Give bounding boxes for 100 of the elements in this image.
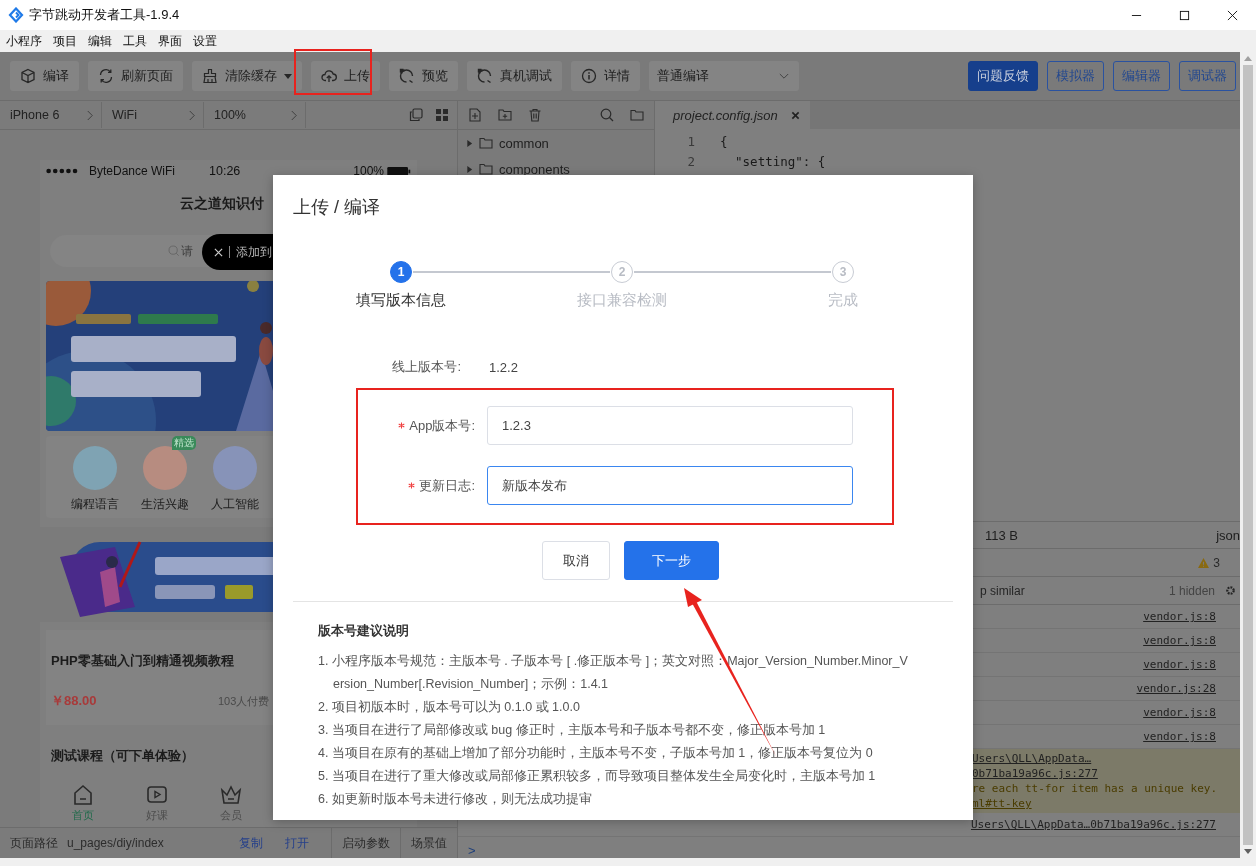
carrier-name: ByteDance WiFi [89,164,176,178]
folder-icon [479,163,493,175]
step-number: 1 [390,261,412,283]
preview-icon [477,68,493,84]
source-link[interactable]: vendor.js:8 [1143,610,1216,623]
toolbar-button[interactable]: 调试器 [1179,61,1236,91]
source-link[interactable]: vendor.js:8 [1143,634,1216,647]
refresh-icon [98,68,114,84]
hidden-count: 1 hidden [1168,583,1215,598]
editor-tab[interactable]: project.config.json [655,101,810,129]
toolbar-button[interactable]: 问题反馈 [968,61,1038,91]
toolbar-button[interactable]: 模拟器 [1047,61,1104,91]
source-link[interactable]: Users\QLL\AppData…0b71ba19a96c.js:277 [970,818,1216,831]
battery-level: 100% [353,164,384,178]
window-title: 字节跳动开发者工具-1.9.4 [29,6,180,24]
preview-icon [399,68,415,84]
folder-icon[interactable] [630,108,644,122]
toolbar-button[interactable]: 上传 [311,61,380,91]
scroll-down-icon[interactable] [1244,849,1252,854]
close-icon [1226,9,1238,21]
search-icon [168,245,180,257]
category-item[interactable]: 人工智能 [206,436,263,518]
toolbar-button[interactable]: 编译 [10,61,79,91]
cancel-button[interactable]: 取消 [541,541,610,580]
page-path-label: 页面路径 [10,834,58,852]
simulator-selector[interactable]: iPhone 6 [0,102,102,128]
course-price: ￥88.00 [51,692,98,710]
next-button[interactable]: 下一步 [623,541,719,580]
settings-icon[interactable] [1225,585,1236,596]
note-item: 4. 当项目在原有的基础上增加了部分功能时，主版本号不变，子版本号加 1，修正版本号复位为 0 [318,745,874,762]
field-label: App版本号: [409,416,475,435]
tree-item[interactable]: common [458,130,654,156]
chevron-down-icon [779,72,789,80]
toast-text: 添加到 [236,243,272,261]
line-number: 1 [686,133,695,149]
doc-link[interactable]: ml#tt-key [972,796,1032,811]
copy-icon[interactable] [409,108,423,122]
cloud-upload-icon [321,68,337,84]
caret-icon [284,73,292,79]
warning-count[interactable]: 3 [1213,555,1220,570]
source-link[interactable]: vendor.js:28 [1136,682,1216,695]
status-tab[interactable]: 启动参数 [331,828,400,858]
simulator-selector[interactable]: 100% [204,102,306,128]
new-folder-icon[interactable] [498,108,512,122]
status-tab[interactable]: 场景值 [400,828,457,858]
tree-item[interactable]: components [458,156,654,182]
warning-message: re each tt-for item has a unique key. [972,781,1218,796]
source-link[interactable]: Users\QLL\AppData…0b71ba19a96c.js:277 [972,751,1216,781]
filter-option[interactable]: p similar [980,583,1025,598]
menu-item[interactable]: 设置 [193,32,217,50]
input-field[interactable]: 1.2.3 [487,406,853,445]
badge: 精选 [172,436,196,450]
home-icon [72,784,94,806]
menu-item[interactable]: 编辑 [88,32,112,50]
page-title: 云之道知识付 [180,195,264,213]
step-label: 接口兼容检测 [577,291,667,310]
maximize-icon [1178,9,1190,21]
folder-icon [479,137,493,149]
new-file-icon[interactable] [468,108,482,122]
online-version: 1.2.2 [489,359,518,375]
page-path: u_pages/diy/index [67,836,164,850]
toolbar-button[interactable]: 刷新页面 [88,61,183,91]
source-link[interactable]: vendor.js:8 [1143,658,1216,671]
file-type: json [1216,527,1240,543]
logo-icon [8,7,24,23]
scroll-thumb[interactable] [1243,65,1253,845]
toolbar-button[interactable]: 预览 [389,61,458,91]
dialog-title: 上传 / 编译 [292,196,381,219]
code-line: "setting": { [734,153,826,169]
menu-item[interactable]: 小程序 [6,32,42,50]
broom-icon [202,68,218,84]
trash-icon[interactable] [528,108,542,122]
battery-icon [387,166,411,176]
menu-item[interactable]: 项目 [53,32,77,50]
scroll-up-icon[interactable] [1244,56,1252,61]
source-link[interactable]: vendor.js:8 [1143,706,1216,719]
code-line: { [720,133,728,149]
console-prompt[interactable]: > [468,843,476,858]
field-label: 线上版本号: [391,358,462,376]
chevron-right-icon [291,109,297,121]
search-icon[interactable] [600,108,614,122]
grid-icon[interactable] [435,108,449,122]
toolbar-button[interactable]: 清除缓存 [192,61,302,91]
menu-item[interactable]: 工具 [123,32,147,50]
category-item[interactable]: 编程语言 [66,436,123,518]
video-icon [146,784,168,806]
simulator-selector[interactable]: WiFi [102,102,204,128]
warning-icon [1198,557,1210,568]
input-field[interactable]: 新版本发布 [487,466,853,505]
category-item[interactable]: 精选 生活兴趣 [136,436,193,518]
link[interactable]: 复制 [239,834,263,852]
step-label: 填写版本信息 [356,291,446,310]
toolbar-button[interactable]: 编辑器 [1113,61,1170,91]
compile-mode-dropdown[interactable]: 普通编译 [649,61,799,91]
menu-item[interactable]: 界面 [158,32,182,50]
source-link[interactable]: vendor.js:8 [1143,730,1216,743]
toolbar-button[interactable]: 详情 [571,61,640,91]
file-size: 113 B [985,527,1018,543]
toolbar-button[interactable]: 真机调试 [467,61,562,91]
link[interactable]: 打开 [285,834,309,852]
